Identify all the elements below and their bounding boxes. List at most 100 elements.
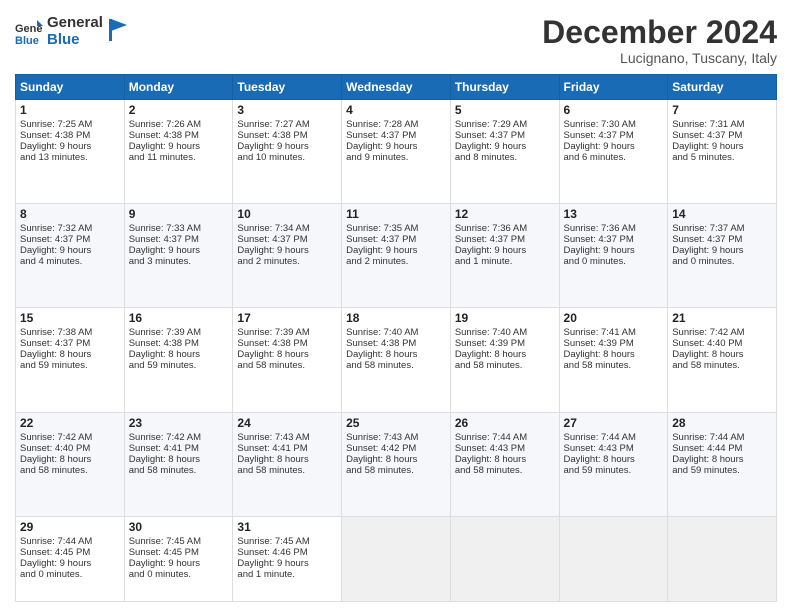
day-number: 28	[672, 416, 772, 430]
cell-info: Sunrise: 7:42 AM	[129, 432, 229, 443]
weekday-header-wednesday: Wednesday	[342, 75, 451, 100]
weekday-header-monday: Monday	[124, 75, 233, 100]
calendar-cell: 10Sunrise: 7:34 AMSunset: 4:37 PMDayligh…	[233, 204, 342, 308]
calendar-cell: 27Sunrise: 7:44 AMSunset: 4:43 PMDayligh…	[559, 412, 668, 516]
calendar-cell: 1Sunrise: 7:25 AMSunset: 4:38 PMDaylight…	[16, 100, 125, 204]
cell-info: Daylight: 8 hours	[129, 454, 229, 465]
logo-flag-icon	[109, 19, 127, 41]
cell-info: Daylight: 9 hours	[129, 245, 229, 256]
cell-info: Daylight: 9 hours	[672, 141, 772, 152]
cell-info: Sunrise: 7:35 AM	[346, 223, 446, 234]
calendar-cell: 25Sunrise: 7:43 AMSunset: 4:42 PMDayligh…	[342, 412, 451, 516]
cell-info: and 59 minutes.	[20, 360, 120, 371]
cell-info: Sunrise: 7:44 AM	[672, 432, 772, 443]
calendar-table: SundayMondayTuesdayWednesdayThursdayFrid…	[15, 74, 777, 602]
cell-info: Sunset: 4:44 PM	[672, 443, 772, 454]
day-number: 20	[564, 311, 664, 325]
cell-info: Sunset: 4:46 PM	[237, 547, 337, 558]
cell-info: and 58 minutes.	[237, 465, 337, 476]
weekday-header-sunday: Sunday	[16, 75, 125, 100]
cell-info: and 4 minutes.	[20, 256, 120, 267]
calendar-cell: 23 Sunrise: 7:42 AMSunset: 4:41 PMDayligh…	[124, 412, 233, 516]
cell-info: Daylight: 8 hours	[564, 349, 664, 360]
cell-info: Sunset: 4:45 PM	[20, 547, 120, 558]
cell-info: Sunset: 4:37 PM	[455, 130, 555, 141]
calendar-cell: 31Sunrise: 7:45 AMSunset: 4:46 PMDayligh…	[233, 516, 342, 601]
day-number: 24	[237, 416, 337, 430]
calendar-cell: 18Sunrise: 7:40 AMSunset: 4:38 PMDayligh…	[342, 308, 451, 412]
cell-info: and 58 minutes.	[346, 465, 446, 476]
cell-info: and 0 minutes.	[564, 256, 664, 267]
day-number: 23	[129, 416, 229, 430]
day-number: 7	[672, 103, 772, 117]
cell-info: and 8 minutes.	[455, 152, 555, 163]
cell-info: Sunrise: 7:29 AM	[455, 119, 555, 130]
calendar-cell	[559, 516, 668, 601]
cell-info: Sunset: 4:38 PM	[346, 338, 446, 349]
calendar-cell: 3Sunrise: 7:27 AMSunset: 4:38 PMDaylight…	[233, 100, 342, 204]
cell-info: Sunset: 4:38 PM	[237, 130, 337, 141]
page: General Blue General Blue December 2024 …	[0, 0, 792, 612]
cell-info: Daylight: 8 hours	[20, 454, 120, 465]
cell-info: Sunset: 4:41 PM	[129, 443, 229, 454]
calendar-cell: 14Sunrise: 7:37 AMSunset: 4:37 PMDayligh…	[668, 204, 777, 308]
cell-info: Sunrise: 7:39 AM	[129, 327, 229, 338]
location: Lucignano, Tuscany, Italy	[542, 50, 777, 66]
cell-info: Sunset: 4:43 PM	[564, 443, 664, 454]
day-number: 5	[455, 103, 555, 117]
calendar-cell: 30Sunrise: 7:45 AMSunset: 4:45 PMDayligh…	[124, 516, 233, 601]
cell-info: and 0 minutes.	[672, 256, 772, 267]
cell-info: Sunset: 4:37 PM	[237, 234, 337, 245]
calendar-cell: 21Sunrise: 7:42 AMSunset: 4:40 PMDayligh…	[668, 308, 777, 412]
cell-info: Sunrise: 7:31 AM	[672, 119, 772, 130]
cell-info: Sunrise: 7:40 AM	[455, 327, 555, 338]
logo-general: General	[47, 15, 103, 32]
cell-info: Daylight: 9 hours	[20, 141, 120, 152]
cell-info: Daylight: 9 hours	[129, 558, 229, 569]
svg-text:Blue: Blue	[15, 35, 39, 46]
cell-info: Sunset: 4:39 PM	[564, 338, 664, 349]
calendar-cell	[342, 516, 451, 601]
calendar-cell: 2Sunrise: 7:26 AMSunset: 4:38 PMDaylight…	[124, 100, 233, 204]
day-number: 18	[346, 311, 446, 325]
title-block: December 2024 Lucignano, Tuscany, Italy	[542, 15, 777, 66]
cell-info: and 11 minutes.	[129, 152, 229, 163]
weekday-header-saturday: Saturday	[668, 75, 777, 100]
cell-info: and 1 minute.	[237, 569, 337, 580]
calendar-cell: 9Sunrise: 7:33 AMSunset: 4:37 PMDaylight…	[124, 204, 233, 308]
cell-info: Sunrise: 7:41 AM	[564, 327, 664, 338]
weekday-header-thursday: Thursday	[450, 75, 559, 100]
cell-info: Daylight: 8 hours	[672, 349, 772, 360]
day-number: 12	[455, 207, 555, 221]
cell-info: Sunset: 4:37 PM	[672, 130, 772, 141]
cell-info: Daylight: 9 hours	[237, 141, 337, 152]
cell-info: Sunset: 4:43 PM	[455, 443, 555, 454]
cell-info: Daylight: 8 hours	[237, 349, 337, 360]
cell-info: Sunset: 4:38 PM	[237, 338, 337, 349]
cell-info: Sunset: 4:38 PM	[129, 338, 229, 349]
cell-info: Sunrise: 7:44 AM	[455, 432, 555, 443]
day-number: 19	[455, 311, 555, 325]
day-number: 10	[237, 207, 337, 221]
calendar-cell	[668, 516, 777, 601]
day-number: 13	[564, 207, 664, 221]
cell-info: and 58 minutes.	[455, 465, 555, 476]
cell-info: Sunrise: 7:40 AM	[346, 327, 446, 338]
day-number: 9	[129, 207, 229, 221]
calendar-cell: 26Sunrise: 7:44 AMSunset: 4:43 PMDayligh…	[450, 412, 559, 516]
month-title: December 2024	[542, 15, 777, 50]
cell-info: Sunrise: 7:45 AM	[129, 536, 229, 547]
cell-info: and 13 minutes.	[20, 152, 120, 163]
cell-info: and 2 minutes.	[237, 256, 337, 267]
cell-info: Daylight: 8 hours	[672, 454, 772, 465]
calendar-cell: 8Sunrise: 7:32 AMSunset: 4:37 PMDaylight…	[16, 204, 125, 308]
cell-info: Daylight: 9 hours	[564, 141, 664, 152]
weekday-header-tuesday: Tuesday	[233, 75, 342, 100]
calendar-cell: 28 Sunrise: 7:44 AMSunset: 4:44 PMDayligh…	[668, 412, 777, 516]
day-number: 21	[672, 311, 772, 325]
day-number: 4	[346, 103, 446, 117]
cell-info: and 58 minutes.	[237, 360, 337, 371]
cell-info: Sunset: 4:41 PM	[237, 443, 337, 454]
calendar-cell: 5Sunrise: 7:29 AMSunset: 4:37 PMDaylight…	[450, 100, 559, 204]
cell-info: Sunset: 4:37 PM	[20, 338, 120, 349]
